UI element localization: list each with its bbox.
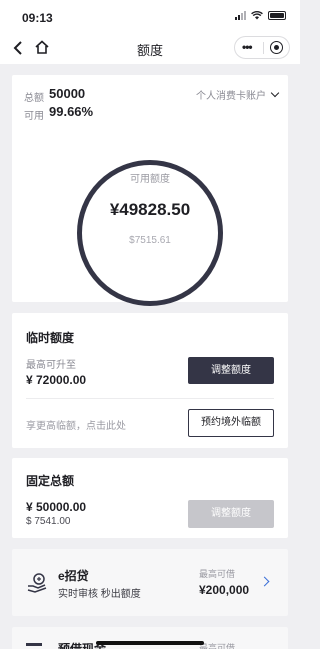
divider (26, 398, 274, 399)
loan-desc: 实时审核 秒出额度 (58, 589, 141, 600)
hand-coin-icon (27, 573, 47, 593)
total-label: 总额 (24, 93, 44, 104)
cash-icon (26, 643, 42, 646)
loan-max-value: ¥200,000 (199, 583, 250, 597)
close-target-icon[interactable] (270, 41, 283, 54)
capsule-divider (263, 42, 264, 54)
status-icons (235, 11, 286, 20)
account-type: 个人消费卡账户 (196, 91, 266, 102)
account-selector[interactable]: 个人消费卡账户 (196, 87, 280, 102)
battery-icon (268, 11, 286, 20)
cash-advance-card[interactable]: 预借现金 最高可借 (12, 627, 288, 649)
loan-card[interactable]: e招贷 实时审核 秒出额度 最高可借 ¥200,000 (12, 549, 288, 616)
book-overseas-button[interactable]: 预约境外临额 (188, 409, 274, 437)
adjust-temporary-button[interactable]: 调整额度 (188, 357, 274, 384)
ring-secondary-amount: $7515.61 (129, 235, 171, 246)
mini-program-capsule: ••• (234, 36, 290, 59)
temporary-title: 临时额度 (26, 331, 75, 345)
status-time: 09:13 (22, 11, 53, 25)
available-label: 可用 (24, 111, 44, 122)
more-icon[interactable]: ••• (242, 41, 253, 54)
wifi-icon (251, 11, 263, 20)
temporary-hint[interactable]: 享更高临额，点击此处 (26, 417, 126, 432)
temporary-quota-card: 临时额度 最高可升至 ¥ 72000.00 调整额度 享更高临额，点击此处 预约… (12, 313, 288, 448)
cash-max-label: 最高可借 (199, 643, 236, 649)
fixed-quota-card: 固定总额 ¥ 50000.00 $ 7541.00 调整额度 (12, 458, 288, 538)
total-value: 50000 (49, 86, 86, 101)
quota-card: 总额 50000 可用 99.66% 个人消费卡账户 可用额度 ¥49828.5… (12, 75, 288, 306)
fixed-amount: ¥ 50000.00 (26, 500, 87, 514)
temporary-max-label: 最高可升至 (26, 360, 76, 371)
ring-caption: 可用额度 (130, 174, 170, 185)
temporary-max-amount: ¥ 72000.00 (26, 373, 87, 387)
fixed-title: 固定总额 (26, 474, 75, 488)
loan-max-label: 最高可借 (199, 569, 236, 579)
available-value: 99.66% (49, 104, 94, 119)
loan-title: e招贷 (58, 569, 89, 583)
nav-bar: 额度 ••• (0, 32, 300, 64)
chevron-down-icon (270, 88, 280, 98)
adjust-fixed-button[interactable]: 调整额度 (188, 500, 274, 528)
fixed-amount-usd: $ 7541.00 (26, 516, 71, 527)
status-bar: 09:13 (0, 0, 300, 32)
chevron-right-icon (259, 576, 270, 587)
signal-icon (235, 11, 246, 20)
ring-amount: ¥49828.50 (109, 200, 191, 219)
home-indicator (96, 641, 204, 645)
